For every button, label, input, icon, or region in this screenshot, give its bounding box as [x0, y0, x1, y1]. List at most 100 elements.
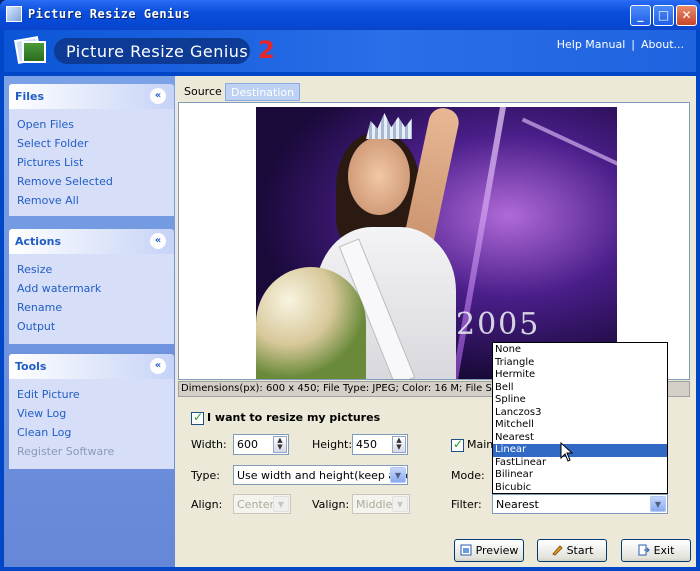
filter-option[interactable]: Triangle — [493, 357, 667, 370]
files-group-title: Files — [15, 90, 45, 103]
remove-selected-link[interactable]: Remove Selected — [17, 172, 174, 191]
resize-link[interactable]: Resize — [17, 260, 174, 279]
chevron-down-icon[interactable]: ▼ — [650, 496, 666, 512]
register-software-link: Register Software — [17, 445, 115, 458]
add-watermark-link[interactable]: Add watermark — [17, 279, 174, 298]
title-bar[interactable]: Picture Resize Genius _ □ ✕ — [0, 0, 700, 30]
filter-dropdown-list[interactable]: None Triangle Hermite Bell Spline Lanczo… — [492, 342, 668, 494]
chevron-down-icon: ▼ — [273, 496, 289, 512]
tools-group-body: Edit Picture View Log Clean Log Register… — [9, 379, 174, 469]
checkbox-icon[interactable] — [191, 410, 204, 425]
edit-picture-link[interactable]: Edit Picture — [17, 385, 174, 404]
filter-option[interactable]: FastLinear — [493, 457, 667, 470]
height-stepper[interactable]: 450 ▲ ▼ — [352, 434, 408, 455]
app-icon — [6, 6, 22, 22]
main-panel: Source Destination 2005 Dimensions(px): … — [175, 76, 696, 567]
preview-button[interactable]: Preview — [454, 539, 524, 562]
checkbox-icon[interactable] — [451, 437, 464, 452]
maintain-aspect-checkbox[interactable]: Maint — [451, 437, 498, 452]
remove-all-link[interactable]: Remove All — [17, 191, 174, 210]
start-button[interactable]: Start — [537, 539, 607, 562]
filter-option[interactable]: Hermite — [493, 369, 667, 382]
files-group: Files « Open Files Select Folder Picture… — [9, 84, 174, 216]
clean-log-link[interactable]: Clean Log — [17, 423, 174, 442]
app-window: Picture Resize Genius _ □ ✕ Picture Resi… — [0, 0, 700, 571]
chevron-down-icon: ▼ — [392, 496, 408, 512]
preview-photo: 2005 — [256, 107, 617, 379]
close-button[interactable]: ✕ — [676, 5, 697, 26]
app-header: Picture Resize Genius 2 Help Manual | Abou… — [4, 30, 696, 72]
spin-arrows-icon[interactable]: ▲ ▼ — [392, 436, 406, 453]
pictures-list-link[interactable]: Pictures List — [17, 153, 174, 172]
filter-select[interactable]: Nearest ▼ — [492, 494, 668, 514]
chevron-down-icon[interactable]: ▼ — [390, 467, 406, 483]
resize-checkbox[interactable]: I want to resize my pictures — [191, 410, 381, 425]
tab-destination[interactable]: Destination — [225, 83, 301, 101]
tools-group: Tools « Edit Picture View Log Clean Log … — [9, 354, 174, 469]
minimize-button[interactable]: _ — [630, 5, 651, 26]
width-label: Width: — [191, 438, 227, 451]
resize-checkbox-label: I want to resize my pictures — [207, 411, 381, 424]
valign-value: Middle — [356, 498, 393, 511]
select-folder-link[interactable]: Select Folder — [17, 134, 174, 153]
height-value: 450 — [356, 438, 377, 451]
filter-option[interactable]: Bell — [493, 382, 667, 395]
collapse-icon[interactable]: « — [150, 358, 166, 374]
files-group-body: Open Files Select Folder Pictures List R… — [9, 109, 174, 216]
align-value: Center — [237, 498, 275, 511]
tools-group-header[interactable]: Tools « — [9, 354, 174, 379]
filter-option[interactable]: None — [493, 344, 667, 357]
align-label: Align: — [191, 498, 223, 511]
preview-icon — [460, 542, 472, 556]
maximize-button[interactable]: □ — [653, 5, 674, 26]
filter-option[interactable]: Bilinear — [493, 469, 667, 482]
filter-option-highlighted[interactable]: Linear — [493, 444, 667, 457]
start-icon — [551, 542, 563, 556]
logo-icon — [14, 35, 48, 67]
photo-overlay-text: 2005 — [456, 307, 541, 342]
rename-link[interactable]: Rename — [17, 298, 174, 317]
valign-select: Middle ▼ — [352, 494, 410, 514]
exit-button[interactable]: Exit — [621, 539, 691, 562]
window-title: Picture Resize Genius — [28, 7, 191, 21]
files-group-header[interactable]: Files « — [9, 84, 174, 109]
help-manual-link[interactable]: Help Manual — [557, 38, 626, 51]
width-stepper[interactable]: 600 ▲ ▼ — [233, 434, 289, 455]
header-links: Help Manual | About... — [557, 38, 684, 51]
width-value: 600 — [237, 438, 258, 451]
actions-group-header[interactable]: Actions « — [9, 229, 174, 254]
filter-option[interactable]: Spline — [493, 394, 667, 407]
filter-option[interactable]: Bicubic — [493, 482, 667, 495]
start-button-label: Start — [566, 544, 594, 557]
exit-icon — [638, 542, 650, 556]
filter-option[interactable]: Lanczos3 — [493, 407, 667, 420]
preview-button-label: Preview — [475, 544, 519, 557]
tools-group-title: Tools — [15, 360, 47, 373]
exit-button-label: Exit — [653, 544, 675, 557]
filter-option[interactable]: Mitchell — [493, 419, 667, 432]
type-value: Use width and height(keep aspect — [237, 469, 408, 482]
actions-group: Actions « Resize Add watermark Rename Ou… — [9, 229, 174, 344]
link-separator: | — [631, 38, 635, 51]
view-log-link[interactable]: View Log — [17, 404, 174, 423]
height-label: Height: — [312, 438, 353, 451]
filter-option[interactable]: Nearest — [493, 432, 667, 445]
align-select: Center ▼ — [233, 494, 291, 514]
valign-label: Valign: — [312, 498, 350, 511]
filter-label: Filter: — [451, 498, 482, 511]
output-link[interactable]: Output — [17, 317, 174, 336]
open-files-link[interactable]: Open Files — [17, 115, 174, 134]
about-link[interactable]: About... — [641, 38, 684, 51]
filter-value: Nearest — [496, 498, 539, 511]
mode-label: Mode: — [451, 469, 485, 482]
type-label: Type: — [191, 469, 220, 482]
app-name: Picture Resize Genius — [66, 42, 249, 61]
tab-source[interactable]: Source — [179, 83, 227, 101]
actions-group-body: Resize Add watermark Rename Output — [9, 254, 174, 344]
image-preview: 2005 — [178, 102, 690, 380]
collapse-icon[interactable]: « — [150, 88, 166, 104]
spin-arrows-icon[interactable]: ▲ ▼ — [273, 436, 287, 453]
collapse-icon[interactable]: « — [150, 233, 166, 249]
type-select[interactable]: Use width and height(keep aspect ▼ — [233, 465, 408, 485]
side-pane: Files « Open Files Select Folder Picture… — [4, 76, 175, 567]
